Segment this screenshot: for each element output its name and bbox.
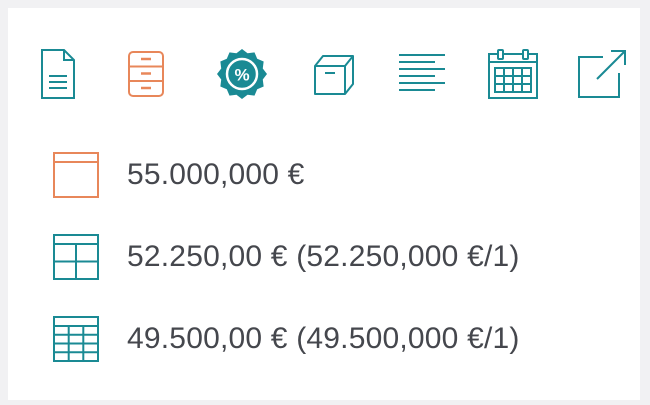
price-list: 55.000,000 € 52.250,00 € (52.250,000 €/1… — [8, 8, 640, 400]
price-card: % 55.000,000 € 52.250,00 € (52.250,000 €… — [8, 8, 640, 400]
price-row: 55.000,000 € — [52, 150, 305, 200]
grid-2x2-icon — [53, 234, 99, 280]
price-text: 55.000,000 € — [127, 158, 305, 191]
price-text: 49.500,00 € (49.500,000 €/1) — [127, 322, 520, 355]
grid-3x4-icon — [53, 316, 99, 362]
price-row: 49.500,00 € (49.500,000 €/1) — [52, 314, 520, 364]
price-row: 52.250,00 € (52.250,000 €/1) — [52, 232, 520, 282]
price-text: 52.250,00 € (52.250,000 €/1) — [127, 240, 520, 273]
single-panel-icon — [53, 152, 99, 198]
